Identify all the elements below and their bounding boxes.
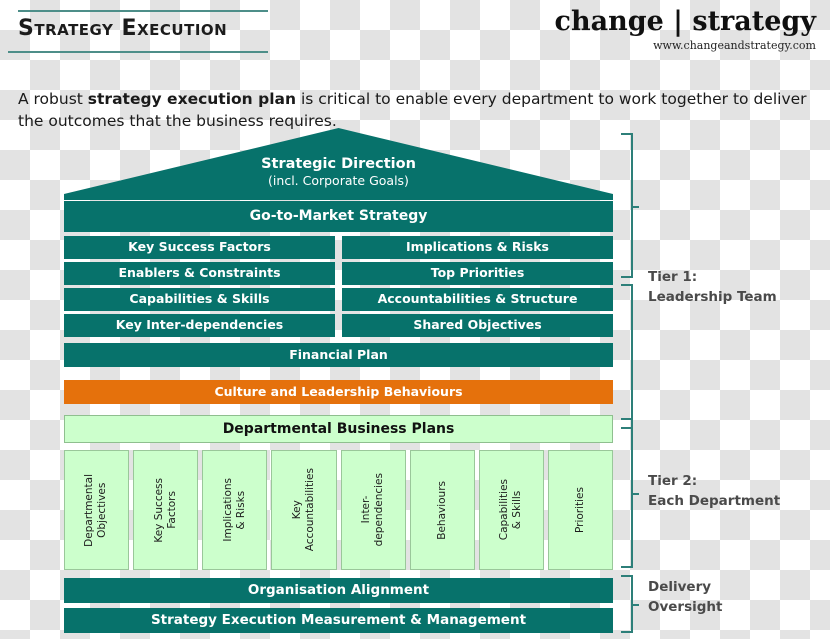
tier-1-line1: Tier 1:	[648, 269, 698, 285]
tier-2-label: Tier 2: Each Department	[648, 472, 780, 511]
dept-col-label: Key Accountabilities	[290, 468, 316, 552]
dept-col-label: Capabilities & Skills	[498, 479, 524, 541]
bar-accountabilities-and-structure[interactable]: Accountabilities & Structure	[342, 288, 613, 311]
dept-col-behaviours[interactable]: Behaviours	[409, 450, 475, 570]
dept-col-label: Departmental Objectives	[83, 473, 109, 547]
dept-col-implications-and-risks[interactable]: Implications & Risks	[202, 450, 268, 570]
department-columns: Departmental Objectives Key Success Fact…	[64, 450, 613, 570]
brand-logo: change | strategy www.changeandstrategy.…	[554, 6, 816, 53]
brand-name: change | strategy	[554, 6, 816, 37]
delivery-oversight-label: Delivery Oversight	[648, 578, 722, 617]
dept-col-key-accountabilities[interactable]: Key Accountabilities	[271, 450, 337, 570]
bar-financial-plan[interactable]: Financial Plan	[64, 343, 613, 367]
tier-2-line2: Each Department	[648, 492, 781, 509]
dept-col-label: Key Success Factors	[152, 477, 178, 543]
delivery-oversight-line1: Delivery	[648, 579, 712, 595]
bar-implications-and-risks[interactable]: Implications & Risks	[342, 236, 613, 259]
dept-col-departmental-objectives[interactable]: Departmental Objectives	[64, 450, 130, 570]
bar-enablers-and-constraints[interactable]: Enablers & Constraints	[64, 262, 335, 285]
intro-text-bold: strategy execution plan	[87, 89, 297, 108]
delivery-oversight-line2: Oversight	[648, 598, 723, 615]
roof-shape: Strategic Direction (incl. Corporate Goa…	[64, 128, 613, 200]
tier-1-line2: Leadership Team	[648, 288, 777, 305]
dept-col-label: Implications & Risks	[221, 478, 247, 542]
bracket-tier-1-lower	[621, 284, 633, 429]
dept-col-label: Behaviours	[435, 480, 448, 540]
bar-organisation-alignment[interactable]: Organisation Alignment	[64, 578, 613, 603]
dept-col-capabilities-and-skills[interactable]: Capabilities & Skills	[478, 450, 544, 570]
bar-key-success-factors[interactable]: Key Success Factors	[64, 236, 335, 259]
dept-col-label: Priorities	[573, 486, 586, 533]
bar-shared-objectives[interactable]: Shared Objectives	[342, 314, 613, 337]
page-header: Strategy Execution change | strategy www…	[0, 0, 830, 62]
dept-col-priorities[interactable]: Priorities	[547, 450, 613, 570]
dept-col-inter-dependencies[interactable]: Inter- dependencies	[340, 450, 406, 570]
dept-col-key-success-factors[interactable]: Key Success Factors	[133, 450, 199, 570]
bar-key-inter-dependencies[interactable]: Key Inter-dependencies	[64, 314, 335, 337]
strategy-house-diagram: Strategic Direction (incl. Corporate Goa…	[64, 128, 613, 633]
brand-url: www.changeandstrategy.com	[653, 39, 816, 53]
bar-culture-and-leadership-behaviours[interactable]: Culture and Leadership Behaviours	[64, 380, 613, 404]
bar-strategy-execution-measurement[interactable]: Strategy Execution Measurement & Managem…	[64, 608, 613, 633]
bar-go-to-market-strategy[interactable]: Go-to-Market Strategy	[64, 201, 613, 232]
title-rule-top	[18, 10, 268, 12]
intro-paragraph: A robust strategy execution plan is crit…	[18, 88, 818, 133]
bracket-delivery-oversight	[621, 575, 639, 633]
bracket-tier-1	[621, 133, 639, 278]
bar-capabilities-and-skills[interactable]: Capabilities & Skills	[64, 288, 335, 311]
bracket-tier-2	[621, 418, 639, 568]
bar-departmental-business-plans[interactable]: Departmental Business Plans	[64, 415, 613, 443]
dept-col-label: Inter- dependencies	[359, 473, 386, 547]
bar-top-priorities[interactable]: Top Priorities	[342, 262, 613, 285]
tier-1-label: Tier 1: Leadership Team	[648, 268, 777, 307]
page-title: Strategy Execution	[18, 16, 228, 41]
title-rule-bottom	[8, 51, 268, 53]
intro-text-before: A robust	[18, 89, 88, 108]
tier-2-line1: Tier 2:	[648, 473, 698, 489]
